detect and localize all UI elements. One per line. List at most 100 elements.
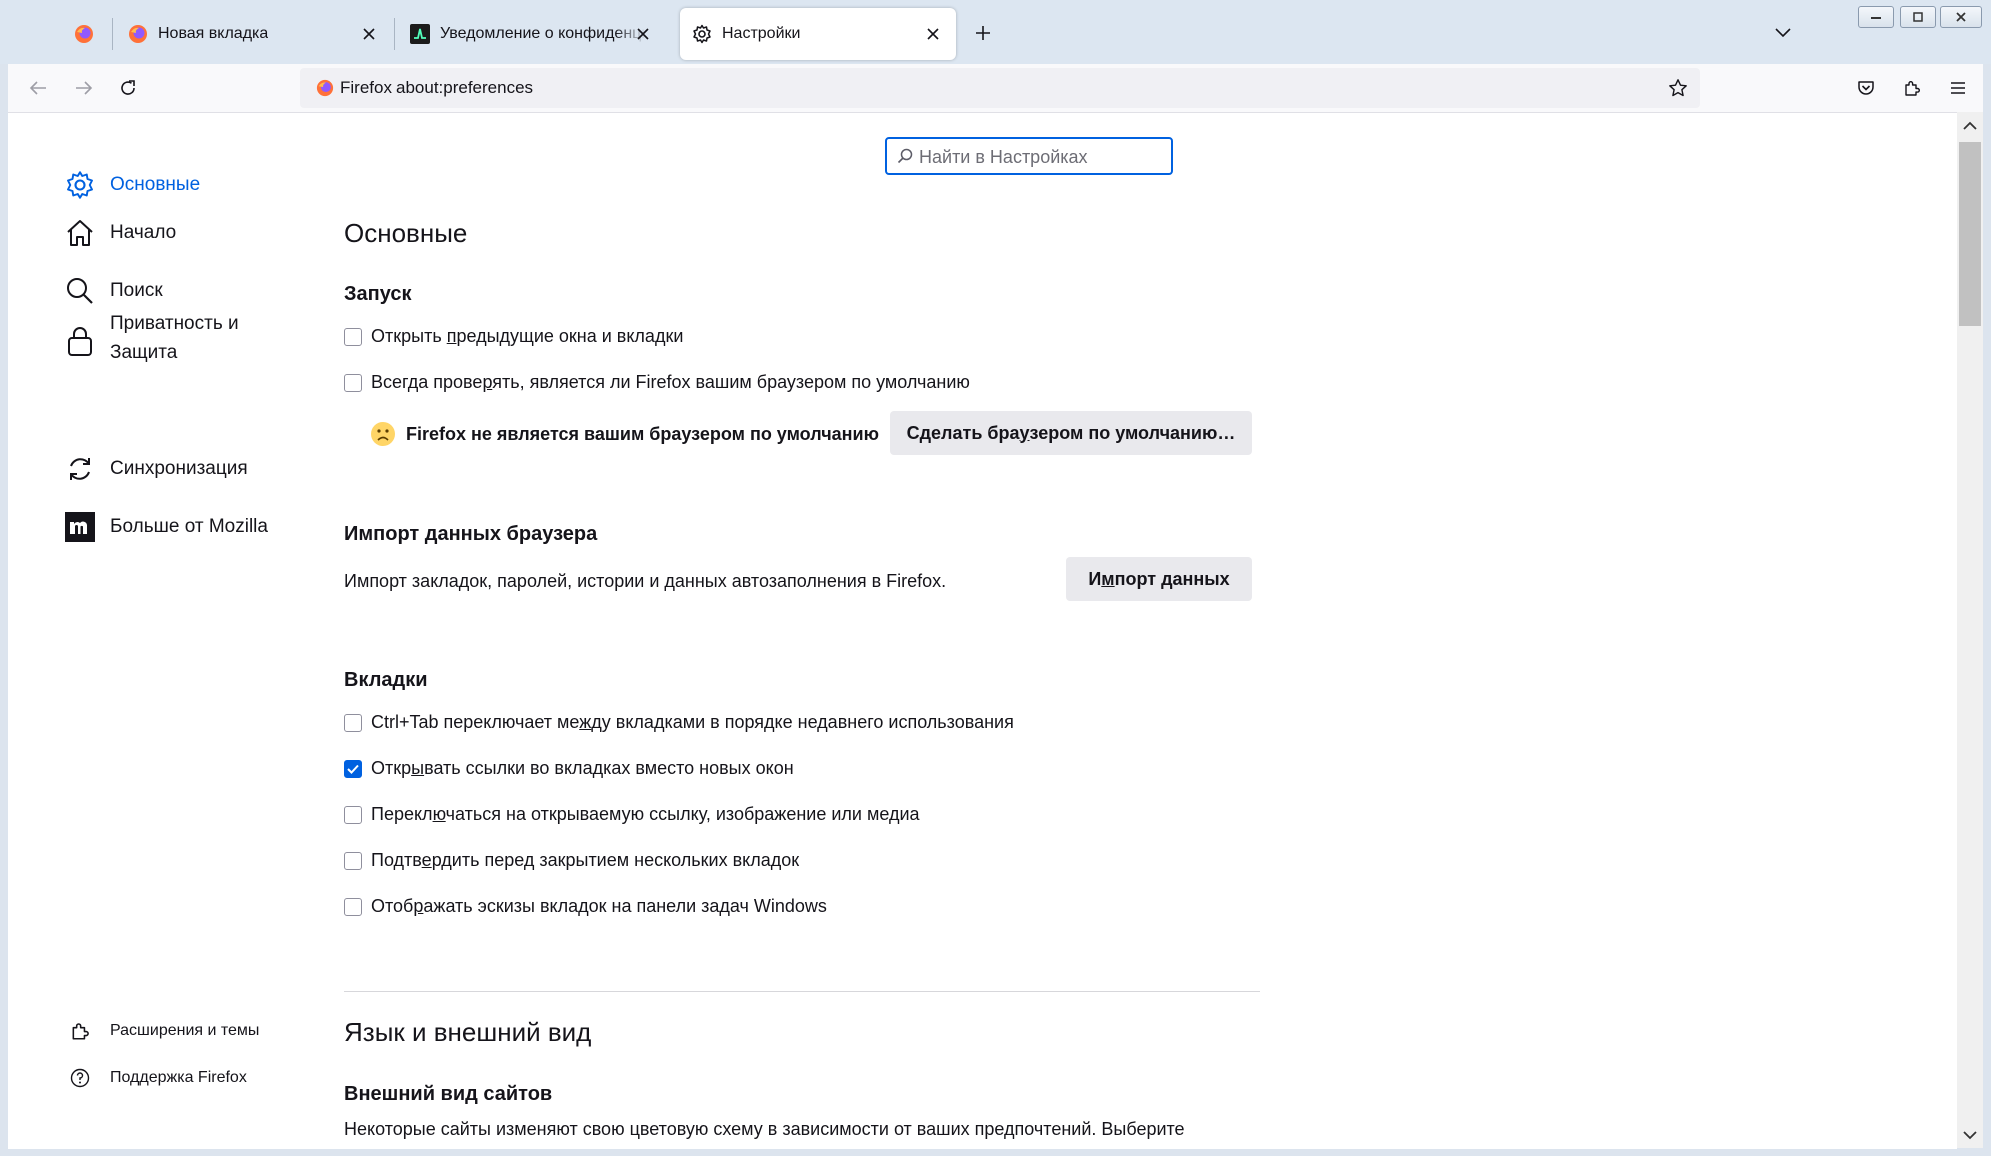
plus-icon [976,26,990,40]
sidebar-item-privacy[interactable]: Приватность и Защита [64,309,270,367]
tab-settings[interactable]: Настройки [680,8,956,60]
page-title: Основные [344,218,468,248]
default-browser-status: Firefox не является вашим браузером по у… [370,421,879,447]
page-scrollbar[interactable] [1957,112,1983,1148]
sidebar-item-home[interactable]: Начало [64,217,176,249]
open-links-in-tabs-checkbox-row[interactable]: Открывать ссылки во вкладках вместо новы… [344,758,794,779]
restore-session-checkbox-row[interactable]: Открыть предыдущие окна и вкладки [344,326,683,347]
close-icon [1956,12,1966,22]
restore-session-checkbox[interactable] [344,327,362,346]
app-menu-button[interactable] [1942,72,1974,104]
sidebar-item-search[interactable]: Поиск [64,275,163,307]
taskbar-previews-label: Отображать эскизы вкладок на панели зада… [371,896,827,916]
warn-on-close-checkbox[interactable] [344,851,362,870]
sidebar-item-general[interactable]: Основные [64,169,200,201]
import-description: Импорт закладок, паролей, истории и данн… [344,571,947,591]
not-default-text: Firefox не является вашим браузером по у… [406,423,879,444]
support-link-label: Поддержка Firefox [110,1069,247,1086]
pocket-button[interactable] [1850,72,1882,104]
back-button[interactable] [22,72,54,104]
preferences-page: Основные Начало Поиск Приватность и Защи… [8,112,1957,1149]
taskbar-previews-checkbox[interactable] [344,897,362,916]
navigation-toolbar: Firefox about:preferences [8,64,1983,112]
sidebar-item-label: Поиск [110,280,163,301]
minimize-button[interactable] [1858,6,1894,28]
arrow-right-icon [76,81,93,95]
sidebar-item-label: Синхронизация [110,458,248,479]
firefox-icon [316,79,334,97]
close-tab-icon[interactable] [358,23,380,45]
gear-icon [64,169,96,201]
scroll-down-button[interactable] [1957,1122,1983,1148]
tab-label: Новая вкладка [158,25,269,42]
home-icon [64,217,96,249]
restore-session-label: Открыть предыдущие окна и вкладки [371,326,684,346]
sidebar-item-label: Больше от Mozilla [110,516,268,537]
address-bar[interactable]: Firefox about:preferences [300,68,1700,108]
sidebar-item-sync[interactable]: Синхронизация [64,453,248,485]
check-default-checkbox[interactable] [344,373,362,392]
extensions-button[interactable] [1896,72,1928,104]
maximize-button[interactable] [1900,6,1936,28]
chevron-down-icon [1963,1130,1977,1139]
puzzle-icon [1905,81,1920,96]
new-tab-button[interactable] [968,18,998,48]
tab-privacy-notice[interactable]: Уведомление о конфиденциальности [398,8,666,60]
pulse-icon [410,24,430,44]
pinned-tab[interactable] [58,8,110,60]
search-icon [897,148,913,164]
ctrl-tab-checkbox[interactable] [344,713,362,732]
scroll-up-button[interactable] [1957,112,1983,138]
tab-separator [394,18,395,50]
close-tab-icon[interactable] [922,23,944,45]
taskbar-previews-checkbox-row[interactable]: Отображать эскизы вкладок на панели зада… [344,896,827,917]
scrollbar-thumb[interactable] [1959,142,1981,326]
tab-label: Уведомление о конфиденциальности [440,25,646,42]
addons-link[interactable]: Расширения и темы [68,1019,259,1043]
switch-to-new-tab-checkbox[interactable] [344,805,362,824]
check-default-checkbox-row[interactable]: Всегда проверять, является ли Firefox ва… [344,372,970,393]
make-default-button[interactable]: Сделать бра у зером по умолчанию… [890,411,1252,455]
url-text[interactable]: about:preferences [396,78,533,98]
close-window-button[interactable] [1940,6,1982,28]
reload-button[interactable] [112,72,144,104]
arrow-left-icon [29,81,46,95]
open-links-in-tabs-checkbox[interactable] [344,759,362,778]
list-all-tabs-button[interactable] [1768,18,1798,48]
firefox-icon [75,25,93,43]
ctrl-tab-label: Ctrl+Tab переключает между вкладками в п… [371,712,1014,732]
help-icon [68,1066,92,1090]
reload-icon [121,80,135,95]
warn-on-close-checkbox-row[interactable]: Подтвердить перед закрытием нескольких в… [344,850,799,871]
ctrl-tab-checkbox-row[interactable]: Ctrl+Tab переключает между вкладками в п… [344,712,1014,733]
forward-button[interactable] [68,72,100,104]
chevron-up-icon [1963,121,1977,130]
sidebar-item-more-from-mozilla[interactable]: Больше от Mozilla [64,511,268,543]
mozilla-icon [64,511,96,543]
check-default-label: Всегда проверять, является ли Firefox ва… [371,372,970,392]
switch-to-new-tab-checkbox-row[interactable]: Переключаться на открываемую ссылку, изо… [344,804,920,825]
gear-icon [693,24,711,44]
minimize-icon [1871,17,1881,19]
star-icon [1669,79,1687,97]
firefox-icon [129,25,147,43]
section-divider [344,991,1260,992]
search-icon [64,275,96,307]
support-link[interactable]: Поддержка Firefox [68,1066,247,1090]
sync-icon [64,453,96,485]
tab-new-tab[interactable]: Новая вкладка [116,8,392,60]
import-data-button[interactable]: Им порт данных [1066,557,1252,601]
sites-appearance-description: Некоторые сайты изменяют свою цветовую с… [344,1119,1185,1139]
pocket-icon [1858,81,1874,95]
lock-icon [64,325,96,357]
hamburger-menu-icon [1951,82,1965,94]
bookmark-star-button[interactable] [1664,74,1692,102]
checkmark-icon [347,764,359,774]
settings-search-box[interactable] [885,137,1173,175]
tab-separator [112,18,113,50]
identity-box[interactable]: Firefox [308,74,400,102]
settings-search-input[interactable] [917,144,1167,170]
close-tab-icon[interactable] [632,23,654,45]
sidebar-item-label: Приватность и Защита [110,313,239,363]
sidebar-item-label: Основные [110,174,201,195]
